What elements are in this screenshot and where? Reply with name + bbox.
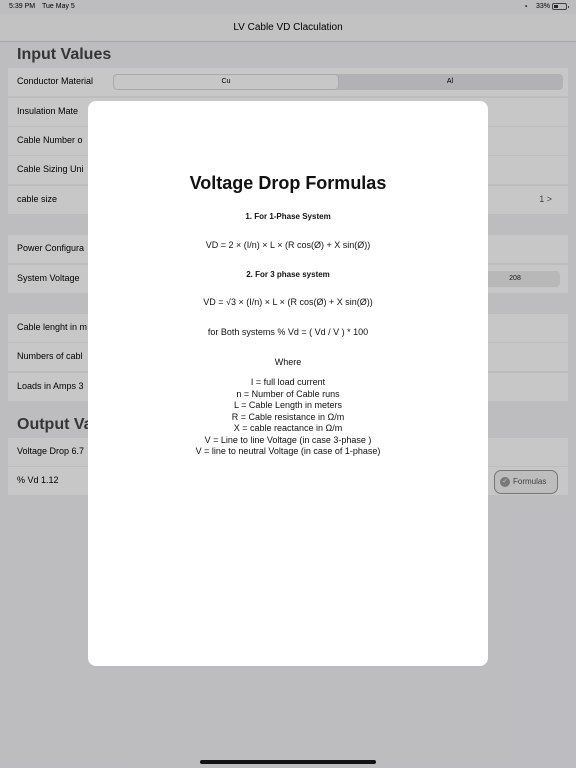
definition-item: L = Cable Length in meters (234, 400, 342, 410)
definition-item: R = Cable resistance in Ω/m (231, 411, 345, 422)
three-phase-heading: 2. For 3 phase system (246, 270, 330, 279)
definition-item: n = Number of Cable runs (236, 388, 340, 399)
percent-vd-formula: for Both systems % Vd = ( Vd / V ) * 100 (207, 327, 369, 337)
definitions-list: I = full load current n = Number of Cabl… (88, 377, 488, 458)
definition-item: I = full load current (250, 377, 326, 387)
definition-item: V = Line to line Voltage (in case 3-phas… (204, 434, 372, 445)
definition-item: X = cable reactance in Ω/m (233, 423, 343, 433)
home-indicator[interactable] (200, 760, 376, 764)
where-label: Where (274, 357, 302, 367)
modal-title: Voltage Drop Formulas (189, 173, 387, 193)
three-phase-formula: VD = √3 × (I/n) × L × (R cos(Ø) + X sin(… (203, 297, 373, 307)
single-phase-heading: 1. For 1-Phase System (245, 212, 331, 221)
single-phase-formula: VD = 2 × (I/n) × L × (R cos(Ø) + X sin(Ø… (205, 240, 371, 250)
formulas-modal: Voltage Drop Formulas 1. For 1-Phase Sys… (88, 101, 488, 666)
definition-item: V = line to neutral Voltage (in case of … (195, 446, 381, 456)
